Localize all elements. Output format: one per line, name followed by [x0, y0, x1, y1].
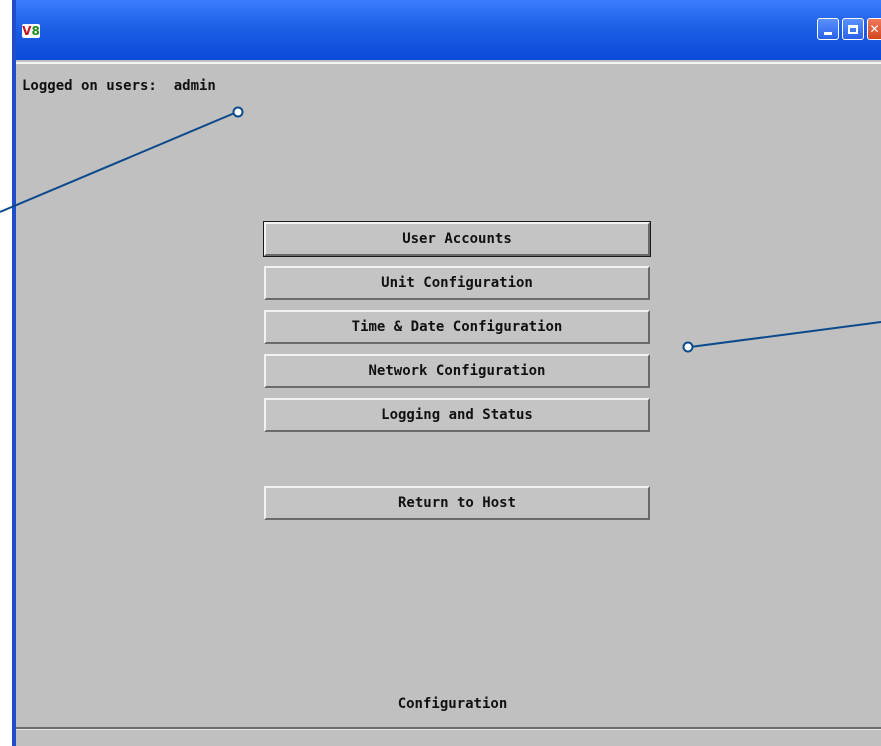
unit-configuration-button[interactable]: Unit Configuration [264, 266, 650, 300]
config-window: V8 ✕ Logged on users: admin User Account… [12, 0, 881, 746]
logging-status-button[interactable]: Logging and Status [264, 398, 650, 432]
network-configuration-button[interactable]: Network Configuration [264, 354, 650, 388]
logged-on-users: Logged on users: admin [22, 78, 216, 94]
minimize-button[interactable] [817, 18, 839, 40]
time-date-configuration-button[interactable]: Time & Date Configuration [264, 310, 650, 344]
app-logo-icon: V8 [22, 24, 40, 38]
close-button[interactable]: ✕ [867, 18, 881, 40]
logged-on-value: admin [173, 78, 216, 94]
close-icon: ✕ [869, 22, 880, 36]
separator-top [16, 62, 881, 64]
return-to-host-button[interactable]: Return to Host [264, 486, 650, 520]
status-title: Configuration [397, 696, 508, 712]
window-controls: ✕ [817, 18, 881, 40]
user-accounts-button[interactable]: User Accounts [263, 221, 651, 257]
title-bar[interactable]: V8 ✕ [16, 0, 881, 60]
maximize-icon [848, 24, 858, 34]
separator-bottom-highlight [16, 729, 881, 730]
minimize-icon [824, 32, 832, 35]
logged-on-label: Logged on users: [22, 78, 157, 94]
maximize-button[interactable] [842, 18, 864, 40]
